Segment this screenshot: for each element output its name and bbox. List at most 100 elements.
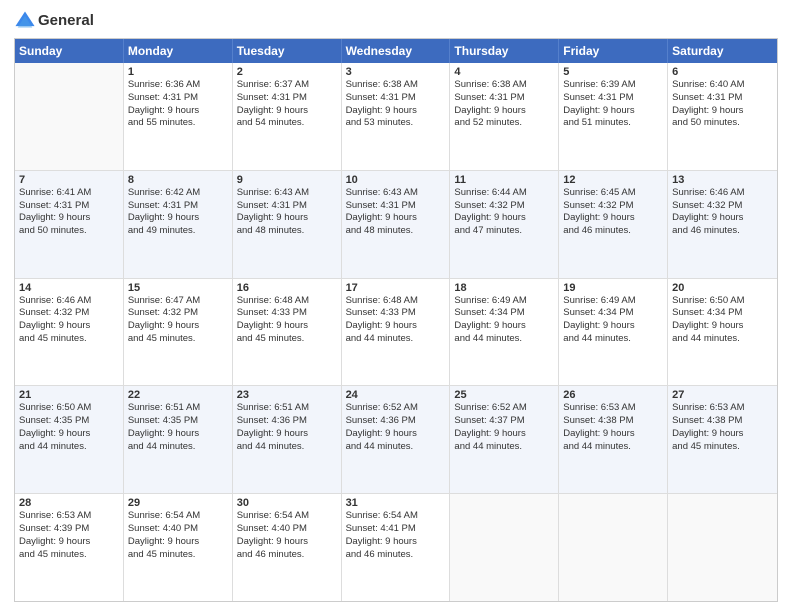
day-cell-5: 5Sunrise: 6:39 AMSunset: 4:31 PMDaylight…	[559, 63, 668, 170]
day-number: 31	[346, 497, 446, 509]
day-cell-20: 20Sunrise: 6:50 AMSunset: 4:34 PMDayligh…	[668, 279, 777, 386]
cell-line: Sunrise: 6:40 AM	[672, 79, 773, 92]
cell-line: Sunset: 4:31 PM	[563, 92, 663, 105]
day-cell-22: 22Sunrise: 6:51 AMSunset: 4:35 PMDayligh…	[124, 386, 233, 493]
day-cell-17: 17Sunrise: 6:48 AMSunset: 4:33 PMDayligh…	[342, 279, 451, 386]
header-day-monday: Monday	[124, 39, 233, 63]
cell-line: and 44 minutes.	[563, 441, 663, 454]
cell-line: Daylight: 9 hours	[563, 320, 663, 333]
day-number: 8	[128, 174, 228, 186]
day-cell-28: 28Sunrise: 6:53 AMSunset: 4:39 PMDayligh…	[15, 494, 124, 601]
cell-line: Sunrise: 6:50 AM	[672, 295, 773, 308]
cell-line: Daylight: 9 hours	[454, 105, 554, 118]
cell-line: Daylight: 9 hours	[563, 428, 663, 441]
day-number: 21	[19, 389, 119, 401]
logo-icon	[14, 10, 36, 32]
calendar-row-3: 14Sunrise: 6:46 AMSunset: 4:32 PMDayligh…	[15, 279, 777, 387]
cell-line: Daylight: 9 hours	[346, 212, 446, 225]
cell-line: Sunset: 4:33 PM	[237, 307, 337, 320]
empty-cell	[559, 494, 668, 601]
cell-line: and 51 minutes.	[563, 117, 663, 130]
day-number: 17	[346, 282, 446, 294]
cell-line: and 46 minutes.	[563, 225, 663, 238]
day-number: 9	[237, 174, 337, 186]
cell-line: and 50 minutes.	[672, 117, 773, 130]
cell-line: Sunrise: 6:41 AM	[19, 187, 119, 200]
cell-line: and 44 minutes.	[346, 441, 446, 454]
day-number: 18	[454, 282, 554, 294]
cell-line: Daylight: 9 hours	[672, 320, 773, 333]
cell-line: and 48 minutes.	[346, 225, 446, 238]
day-number: 10	[346, 174, 446, 186]
day-cell-26: 26Sunrise: 6:53 AMSunset: 4:38 PMDayligh…	[559, 386, 668, 493]
cell-line: and 50 minutes.	[19, 225, 119, 238]
day-cell-23: 23Sunrise: 6:51 AMSunset: 4:36 PMDayligh…	[233, 386, 342, 493]
day-number: 4	[454, 66, 554, 78]
cell-line: Sunset: 4:31 PM	[346, 200, 446, 213]
cell-line: Sunset: 4:36 PM	[346, 415, 446, 428]
day-cell-24: 24Sunrise: 6:52 AMSunset: 4:36 PMDayligh…	[342, 386, 451, 493]
cell-line: Sunset: 4:32 PM	[19, 307, 119, 320]
day-number: 19	[563, 282, 663, 294]
cell-line: Daylight: 9 hours	[454, 212, 554, 225]
day-cell-13: 13Sunrise: 6:46 AMSunset: 4:32 PMDayligh…	[668, 171, 777, 278]
cell-line: and 45 minutes.	[672, 441, 773, 454]
day-number: 26	[563, 389, 663, 401]
cell-line: Daylight: 9 hours	[128, 320, 228, 333]
empty-cell	[668, 494, 777, 601]
cell-line: Daylight: 9 hours	[237, 536, 337, 549]
day-cell-4: 4Sunrise: 6:38 AMSunset: 4:31 PMDaylight…	[450, 63, 559, 170]
day-number: 27	[672, 389, 773, 401]
day-number: 2	[237, 66, 337, 78]
day-number: 12	[563, 174, 663, 186]
cell-line: Sunset: 4:31 PM	[128, 200, 228, 213]
cell-line: Sunrise: 6:48 AM	[346, 295, 446, 308]
cell-line: and 44 minutes.	[672, 333, 773, 346]
day-cell-29: 29Sunrise: 6:54 AMSunset: 4:40 PMDayligh…	[124, 494, 233, 601]
empty-cell	[15, 63, 124, 170]
day-cell-16: 16Sunrise: 6:48 AMSunset: 4:33 PMDayligh…	[233, 279, 342, 386]
day-number: 24	[346, 389, 446, 401]
cell-line: Sunrise: 6:53 AM	[19, 510, 119, 523]
cell-line: and 45 minutes.	[19, 333, 119, 346]
calendar-row-5: 28Sunrise: 6:53 AMSunset: 4:39 PMDayligh…	[15, 494, 777, 601]
cell-line: Sunset: 4:40 PM	[128, 523, 228, 536]
day-number: 7	[19, 174, 119, 186]
cell-line: Sunrise: 6:49 AM	[563, 295, 663, 308]
cell-line: and 45 minutes.	[128, 549, 228, 562]
cell-line: Daylight: 9 hours	[346, 536, 446, 549]
cell-line: Sunset: 4:33 PM	[346, 307, 446, 320]
page: General SundayMondayTuesdayWednesdayThur…	[0, 0, 792, 612]
cell-line: and 49 minutes.	[128, 225, 228, 238]
cell-line: Daylight: 9 hours	[237, 320, 337, 333]
cell-line: Sunset: 4:41 PM	[346, 523, 446, 536]
day-cell-18: 18Sunrise: 6:49 AMSunset: 4:34 PMDayligh…	[450, 279, 559, 386]
cell-line: Sunrise: 6:52 AM	[454, 402, 554, 415]
header-day-wednesday: Wednesday	[342, 39, 451, 63]
cell-line: and 45 minutes.	[19, 549, 119, 562]
cell-line: Daylight: 9 hours	[128, 105, 228, 118]
day-cell-11: 11Sunrise: 6:44 AMSunset: 4:32 PMDayligh…	[450, 171, 559, 278]
cell-line: and 53 minutes.	[346, 117, 446, 130]
cell-line: Daylight: 9 hours	[454, 428, 554, 441]
calendar-row-2: 7Sunrise: 6:41 AMSunset: 4:31 PMDaylight…	[15, 171, 777, 279]
day-number: 29	[128, 497, 228, 509]
cell-line: Daylight: 9 hours	[128, 536, 228, 549]
calendar: SundayMondayTuesdayWednesdayThursdayFrid…	[14, 38, 778, 602]
cell-line: Sunset: 4:35 PM	[128, 415, 228, 428]
day-cell-27: 27Sunrise: 6:53 AMSunset: 4:38 PMDayligh…	[668, 386, 777, 493]
header-day-sunday: Sunday	[15, 39, 124, 63]
cell-line: Sunrise: 6:54 AM	[346, 510, 446, 523]
calendar-row-4: 21Sunrise: 6:50 AMSunset: 4:35 PMDayligh…	[15, 386, 777, 494]
cell-line: and 47 minutes.	[454, 225, 554, 238]
day-cell-7: 7Sunrise: 6:41 AMSunset: 4:31 PMDaylight…	[15, 171, 124, 278]
day-cell-25: 25Sunrise: 6:52 AMSunset: 4:37 PMDayligh…	[450, 386, 559, 493]
day-number: 6	[672, 66, 773, 78]
cell-line: Daylight: 9 hours	[346, 320, 446, 333]
calendar-header: SundayMondayTuesdayWednesdayThursdayFrid…	[15, 39, 777, 63]
cell-line: Sunset: 4:32 PM	[128, 307, 228, 320]
header: General	[14, 10, 778, 32]
empty-cell	[450, 494, 559, 601]
day-number: 23	[237, 389, 337, 401]
cell-line: Sunrise: 6:54 AM	[237, 510, 337, 523]
